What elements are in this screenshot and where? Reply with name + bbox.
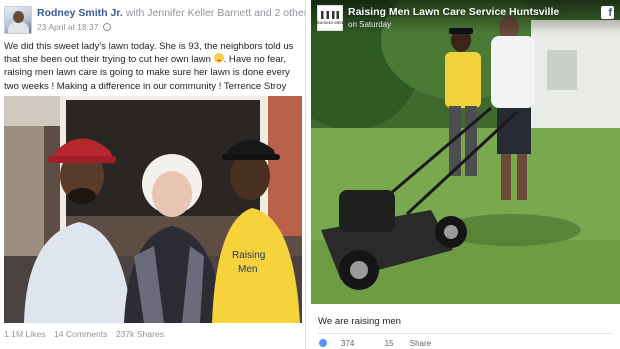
divider xyxy=(318,333,613,334)
like-action[interactable]: 374 xyxy=(319,339,368,348)
author-avatar[interactable] xyxy=(4,6,32,34)
likes-count[interactable]: 1.1M Likes xyxy=(4,329,46,339)
comments-count[interactable]: 14 Comments xyxy=(54,329,108,339)
svg-text:Men: Men xyxy=(238,264,257,275)
page-logo[interactable]: RAISING MEN xyxy=(317,5,343,31)
comment-action[interactable]: 15 xyxy=(385,339,394,348)
like-count: 374 xyxy=(341,339,355,348)
like-icon xyxy=(319,339,327,347)
left-post: Rodney Smith Jr. with Jennifer Keller Ba… xyxy=(0,0,306,349)
post-names: Rodney Smith Jr. with Jennifer Keller Ba… xyxy=(37,7,305,19)
facebook-icon: f xyxy=(601,6,614,19)
post-header: Rodney Smith Jr. with Jennifer Keller Ba… xyxy=(4,6,305,36)
globe-icon xyxy=(102,23,111,31)
tagged-people[interactable]: with Jennifer Keller Barnett and 2 other… xyxy=(126,7,305,19)
logo-silhouettes xyxy=(321,11,339,19)
post-actions: 374 15 Share xyxy=(319,339,445,349)
post-meta: 23 April at 18:37 xyxy=(37,22,111,32)
svg-text:Raising: Raising xyxy=(232,250,265,261)
post-text: We did this sweet lady's lawn today. She… xyxy=(4,40,302,93)
post-photo[interactable]: Raising Men xyxy=(4,96,302,323)
post-stats: 1.1M Likes 14 Comments 237k Shares xyxy=(4,329,170,339)
post-time[interactable]: on Saturday xyxy=(348,20,391,29)
logo-text: RAISING MEN xyxy=(316,20,344,25)
smile-emoji xyxy=(213,53,224,64)
right-post: RAISING MEN Raising Men Lawn Care Servic… xyxy=(311,0,620,349)
share-action[interactable]: Share xyxy=(410,339,431,348)
post-video-thumbnail[interactable]: RAISING MEN Raising Men Lawn Care Servic… xyxy=(311,0,620,304)
page-name-link[interactable]: Raising Men Lawn Care Service Huntsville xyxy=(348,6,559,18)
post-caption: We are raising men xyxy=(318,316,402,327)
author-name-link[interactable]: Rodney Smith Jr. xyxy=(37,7,123,19)
shares-count[interactable]: 237k Shares xyxy=(116,329,164,339)
post-timestamp[interactable]: 23 April at 18:37 xyxy=(37,22,98,32)
